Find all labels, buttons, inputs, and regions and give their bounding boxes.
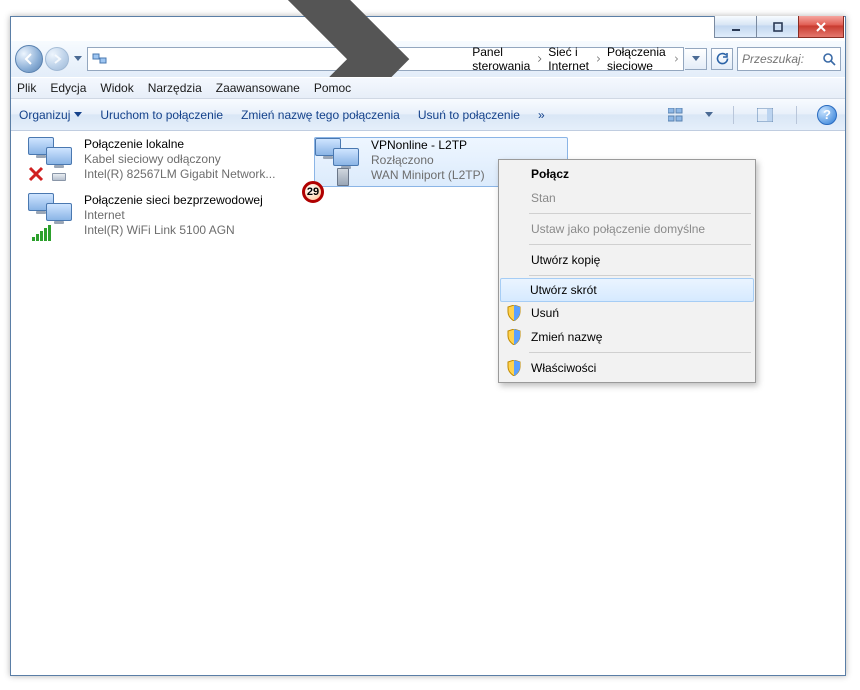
address-bar[interactable]: Panel sterowania Sieć i Internet Połącze… [87,47,684,71]
connection-title: Połączenie lokalne [84,137,308,152]
start-connection-button[interactable]: Uruchom to połączenie [100,108,223,122]
shield-icon [507,329,521,345]
menu-advanced[interactable]: Zaawansowane [216,81,300,95]
title-bar [714,16,846,40]
ethernet-cable-icon [52,173,66,181]
miniport-icon [337,168,349,186]
breadcrumb-label: Połączenia sieciowe [607,45,670,73]
ctx-status: Stan [501,186,753,210]
ctx-connect[interactable]: Połącz [501,162,753,186]
chevron-down-icon[interactable] [705,112,713,118]
menu-help[interactable]: Pomoc [314,81,351,95]
ctx-create-shortcut[interactable]: Utwórz skrót [500,278,754,302]
organize-button[interactable]: Organizuj [19,108,82,122]
connection-item-lan[interactable]: Połączenie lokalne Kabel sieciowy odłącz… [28,137,308,187]
connection-status: Internet [84,208,308,223]
more-commands-button[interactable]: » [538,108,545,122]
signal-bars-icon [32,225,51,241]
breadcrumb-label: Panel sterowania [472,45,533,73]
refresh-button[interactable] [711,48,733,70]
shield-icon [507,360,521,376]
connection-device: Intel(R) 82567LM Gigabit Network... [84,167,308,182]
ctx-properties[interactable]: Właściwości [501,356,753,380]
search-box[interactable] [737,47,841,71]
menu-file[interactable]: Plik [17,81,36,95]
menu-edit[interactable]: Edycja [50,81,86,95]
forward-button[interactable] [45,47,69,71]
close-button[interactable] [798,16,844,38]
search-input[interactable] [742,52,822,66]
search-icon [822,52,836,66]
explorer-window: Panel sterowania Sieć i Internet Połącze… [10,16,846,676]
rename-connection-button[interactable]: Zmień nazwę tego połączenia [241,108,400,122]
menu-bar: Plik Edycja Widok Narzędzia Zaawansowane… [11,77,845,99]
chevron-right-icon [674,54,679,64]
separator [529,275,751,276]
connection-status: Kabel sieciowy odłączony [84,152,308,167]
delete-connection-button[interactable]: Usuń to połączenie [418,108,520,122]
separator [733,106,734,124]
separator [529,352,751,353]
connection-device: Intel(R) WiFi Link 5100 AGN [84,223,308,238]
address-history-dropdown[interactable] [685,48,707,70]
separator [796,106,797,124]
ctx-set-default: Ustaw jako połączenie domyślne [501,217,753,241]
connection-item-wlan[interactable]: Połączenie sieci bezprzewodowej Internet… [28,193,308,243]
navigation-row: Panel sterowania Sieć i Internet Połącze… [11,41,845,77]
menu-view[interactable]: Widok [100,81,133,95]
preview-pane-button[interactable] [754,104,776,126]
change-view-button[interactable] [665,104,687,126]
context-menu: Połącz Stan Ustaw jako połączenie domyśl… [498,159,756,383]
back-button[interactable] [15,45,43,73]
nav-history-dropdown[interactable] [71,56,85,62]
menu-tools[interactable]: Narzędzia [148,81,202,95]
breadcrumb[interactable]: Połączenia sieciowe [607,45,679,73]
connections-list: Połączenie lokalne Kabel sieciowy odłącz… [12,131,844,674]
minimize-button[interactable] [714,16,756,38]
separator [529,244,751,245]
command-bar: Organizuj Uruchom to połączenie Zmień na… [11,99,845,131]
breadcrumb[interactable]: Sieć i Internet [548,45,601,73]
ctx-create-copy[interactable]: Utwórz kopię [501,248,753,272]
breadcrumb[interactable]: Panel sterowania [472,45,542,73]
vpn-icon [315,138,367,186]
help-button[interactable]: ? [817,105,837,125]
chevron-down-icon [74,112,82,118]
connection-title: Połączenie sieci bezprzewodowej [84,193,308,208]
lan-icon [28,137,80,185]
maximize-button[interactable] [756,16,798,38]
connection-title: VPNonline - L2TP [371,138,567,153]
network-connections-icon [92,51,108,67]
wlan-icon [28,193,80,241]
ctx-delete[interactable]: Usuń [501,301,753,325]
chevron-right-icon [596,54,601,64]
ctx-rename[interactable]: Zmień nazwę [501,325,753,349]
chevron-right-icon [537,54,542,64]
shield-icon [507,305,521,321]
separator [529,213,751,214]
breadcrumb-label: Sieć i Internet [548,45,592,73]
annotation-badge-29: 29 [302,181,324,203]
